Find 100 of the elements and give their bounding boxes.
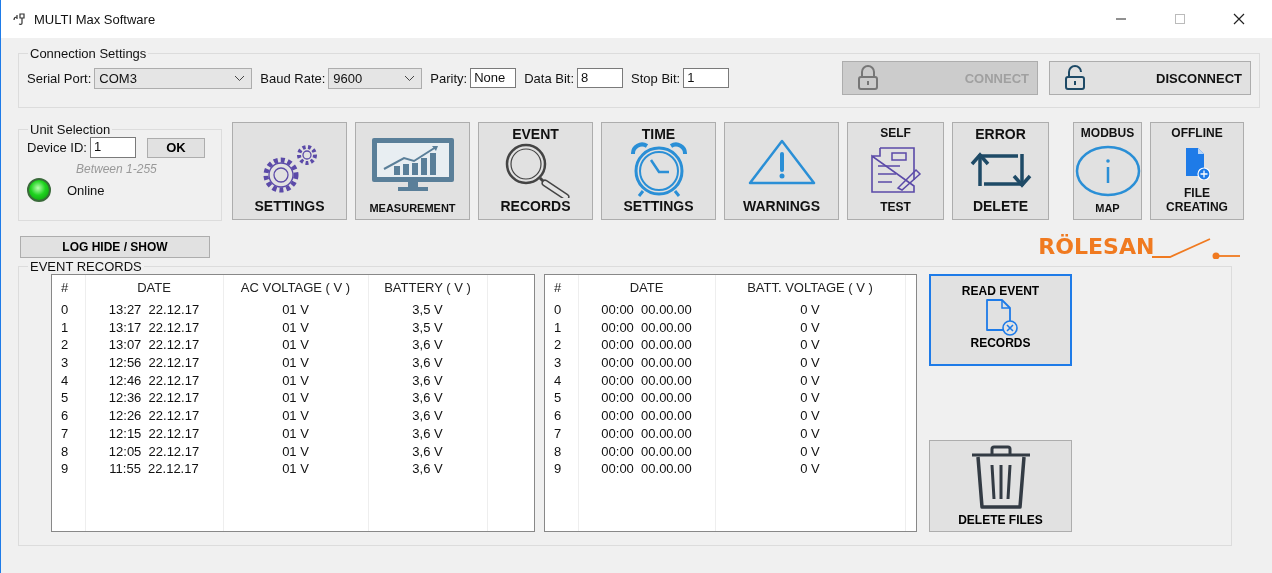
table-cell-text: 12:36 22.12.17 [107,389,201,408]
dropdown-field[interactable]: 9600 [328,67,423,89]
table-cell-text: 01 V [281,354,310,372]
read-records-button[interactable]: READ EVENT RECORDS [929,274,1072,366]
table-cell-text: 11:55 22.12.17 [108,460,200,478]
table-cell-text: 12:56 22.12.17 [107,354,201,372]
input-field[interactable]: 8 [577,68,624,88]
padlock-icon [1064,65,1086,91]
delete-files-button[interactable]: DELETE FILES [929,440,1072,532]
table-cell-text: 2 [60,336,70,355]
tool-button[interactable]: WARNINGS [724,122,839,220]
close-icon[interactable] [1233,13,1245,25]
app-icon [13,12,27,26]
table-cell-text: 00:00 00.00.00 [600,407,693,425]
table-cell-text: 0 V [799,301,821,319]
table-cell-text: 13:07 22.12.17 [107,336,201,355]
field-label: Data Bit: [524,70,575,86]
table-cell-text: 01 V [281,336,310,355]
field-label: Stop Bit: [631,70,681,86]
switch-line-icon [1152,237,1242,259]
table-cell-text: 8 [553,442,563,461]
table-cell-text: 3,6 V [411,424,444,443]
table-cell-text: 7 [60,424,70,443]
table-cell-text: 01 V [281,442,310,461]
table-cell-text: 00:00 00.00.00 [600,336,693,355]
tool-button[interactable]: OFFLINE FILE CREATING [1150,122,1244,220]
tool-button[interactable]: EVENT RECORDS [478,122,593,220]
table-cell-text: 01 V [281,460,310,478]
table-cell-text: 00:00 00.00.00 [600,354,693,372]
warning-icon [746,138,817,186]
tool-button[interactable]: TIME SETTINGS [601,122,716,220]
table-cell-text: 0 V [799,407,821,425]
table-cell-text: 00:00 00.00.00 [600,318,693,337]
table-cell-text: 3,6 V [411,407,444,425]
tool-button[interactable]: ERROR DELETE [952,122,1049,220]
info-icon [1074,145,1141,197]
dropdown-field[interactable]: COM3 [94,67,253,89]
tool-button[interactable]: MODBUS MAP [1073,122,1142,220]
input-field[interactable]: 1 [89,137,136,158]
maximize-icon[interactable] [1174,13,1186,25]
table-cell-text: 0 [60,301,70,319]
table-cell-text: 01 V [281,301,310,319]
table-cell-text: 6 [553,407,563,425]
table-cell-text: 00:00 00.00.00 [600,424,693,443]
repeat-arrows-icon [969,150,1032,190]
table-cell-text: 0 V [799,460,821,478]
table-cell-text: 3,6 V [411,460,444,478]
table-cell-text: 3 [553,354,563,372]
input-field[interactable]: 1 [683,68,730,88]
table-cell-text: 13:17 22.12.17 [107,318,201,337]
caret-icon [234,74,246,82]
tool-button[interactable]: SELF TEST [847,122,944,220]
table-cell-text: 00:00 00.00.00 [600,301,693,319]
table-cell-text: 1 [553,318,563,337]
column-header: BATTERY ( V ) [383,279,472,297]
field-label: Parity: [430,70,468,86]
table-cell-text: 01 V [281,371,310,390]
column-header: BATT. VOLTAGE ( V ) [746,279,874,297]
table-cell-text: 12:26 22.12.17 [107,407,201,425]
caret-icon [404,74,416,82]
table-cell-text: 5 [60,389,70,408]
table-cell-text: 3,6 V [411,371,444,390]
table-cell-text: 12:46 22.12.17 [107,371,201,390]
table-cell-text: 0 V [799,389,821,408]
tool-button[interactable]: MEASUREMENT [355,122,470,220]
window-title: MULTI Max Software [34,11,156,27]
group-title: EVENT RECORDS [29,259,143,274]
table-cell-text: 0 V [799,354,821,372]
table-cell-text: 0 V [799,442,821,461]
table-cell-text: 00:00 00.00.00 [600,442,693,461]
disconnect-button[interactable]: DISCONNECT [1049,61,1251,95]
table-cell-text: 01 V [281,318,310,337]
table-cell-text: 7 [553,424,563,443]
file-add-icon [1184,146,1210,180]
field-label: Serial Port: [27,70,92,86]
monitor-chart-icon [369,136,456,192]
column-header: # [553,279,563,297]
table-cell-text: 5 [553,389,563,408]
table-cell-text: 9 [60,460,70,478]
table-cell-text: 3,6 V [411,354,444,372]
log-toggle-button[interactable]: LOG HIDE / SHOW [20,236,210,258]
input-field[interactable]: None [470,68,517,88]
table-cell-text: 2 [553,336,563,355]
table-cell-text: 0 [553,301,563,319]
table-cell-text: 0 V [799,371,821,390]
table-cell-text: 4 [553,371,563,390]
table-cell-text: 9 [553,460,563,478]
table-cell-text: 12:15 22.12.17 [107,424,201,443]
table-cell-text: 1 [60,318,70,337]
document-remove-icon [983,298,1018,336]
padlock-icon [857,65,879,91]
hint-text: Between 1-255 [76,162,158,176]
table-cell-text: 0 V [799,336,821,355]
ok-button[interactable]: OK [146,137,205,158]
table-cell-text: 01 V [281,424,310,443]
field-label: Device ID: [27,140,87,155]
status-label: Online [67,182,105,198]
tool-button[interactable]: SETTINGS [232,122,347,220]
trash-icon [969,445,1032,511]
table-cell-text: 00:00 00.00.00 [600,371,693,390]
